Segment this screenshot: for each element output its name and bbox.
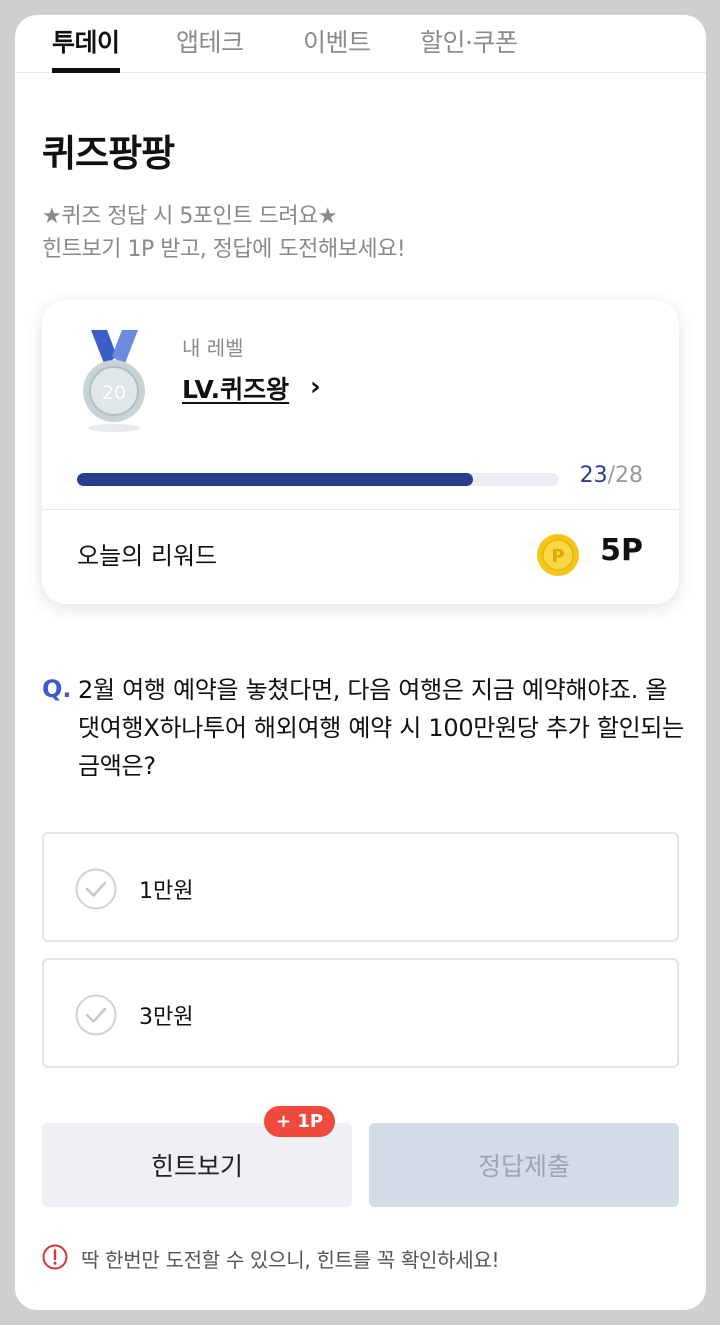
tab-event[interactable]: 이벤트	[303, 23, 371, 73]
progress-total: /28	[607, 463, 643, 488]
option-label: 1만원	[139, 879, 194, 904]
coin-icon: P	[537, 534, 579, 576]
level-progress-bar	[77, 473, 559, 486]
chevron-right-icon[interactable]: ›	[310, 372, 321, 402]
subtitle-line1: ★퀴즈 정답 시 5포인트 드려요★	[42, 204, 338, 229]
tab-apptech[interactable]: 앱테크	[176, 23, 244, 73]
progress-current: 23	[579, 463, 608, 488]
reward-label: 오늘의 리워드	[77, 542, 218, 570]
option-2[interactable]: 3만원	[42, 958, 679, 1068]
level-card: 20 내 레벨 LV.퀴즈왕 › 23/28 오늘의 리워드 P 5P	[42, 300, 679, 604]
level-progress-fill	[77, 473, 473, 486]
page-title: 퀴즈팡팡	[42, 132, 175, 175]
tab-bar: 투데이 앱테크 이벤트 할인·쿠폰	[15, 15, 706, 73]
medal-number: 20	[102, 382, 126, 404]
divider	[42, 509, 679, 510]
tab-coupon[interactable]: 할인·쿠폰	[420, 23, 518, 73]
svg-text:P: P	[551, 546, 564, 567]
level-name-link[interactable]: LV.퀴즈왕	[182, 370, 289, 406]
notice-text: 딱 한번만 도전할 수 있으니, 힌트를 꼭 확인하세요!	[81, 1248, 500, 1272]
submit-button[interactable]: 정답제출	[369, 1123, 679, 1207]
warning-icon	[42, 1244, 68, 1270]
option-label: 3만원	[139, 1005, 194, 1030]
tab-today[interactable]: 투데이	[52, 23, 120, 73]
level-progress-text: 23/28	[580, 463, 643, 488]
check-circle-icon[interactable]	[75, 994, 117, 1036]
quiz-card: 투데이 앱테크 이벤트 할인·쿠폰 퀴즈팡팡 ★퀴즈 정답 시 5포인트 드려요…	[15, 15, 706, 1310]
option-1[interactable]: 1만원	[42, 832, 679, 942]
question-text: 2월 여행 예약을 놓쳤다면, 다음 여행은 지금 예약해야죠. 올댓여행X하나…	[78, 676, 684, 780]
check-circle-icon[interactable]	[75, 868, 117, 910]
level-label: 내 레벨	[182, 336, 244, 360]
reward-value: 5P	[600, 533, 643, 568]
hint-badge: + 1P	[264, 1106, 336, 1137]
medal-icon: 20	[83, 330, 145, 432]
subtitle-line2: 힌트보기 1P 받고, 정답에 도전해보세요!	[42, 237, 406, 262]
question-prefix: Q.	[42, 675, 72, 703]
